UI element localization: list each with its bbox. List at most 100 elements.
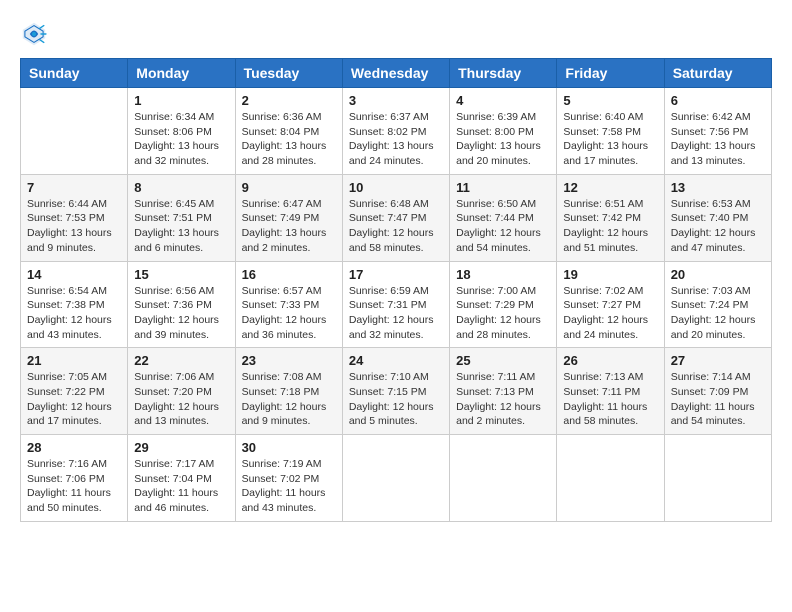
day-number: 14 <box>27 267 121 282</box>
calendar-week-row: 28 Sunrise: 7:16 AMSunset: 7:06 PMDayligh… <box>21 435 772 522</box>
page-header <box>20 20 772 48</box>
calendar-cell: 21Sunrise: 7:05 AMSunset: 7:22 PMDayligh… <box>21 348 128 435</box>
day-number: 23 <box>242 353 336 368</box>
calendar-cell: 8 Sunrise: 6:45 AMSunset: 7:51 PMDaylight… <box>128 174 235 261</box>
day-info: Sunrise: 7:13 AMSunset: 7:11 PMDaylight:… <box>563 370 657 429</box>
day-info: Sunrise: 6:53 AMSunset: 7:40 PMDaylight:… <box>671 197 765 256</box>
day-number: 11 <box>456 180 550 195</box>
day-info: Sunrise: 6:54 AMSunset: 7:38 PMDaylight:… <box>27 284 121 343</box>
day-number: 6 <box>671 93 765 108</box>
day-info: Sunrise: 6:37 AMSunset: 8:02 PMDaylight:… <box>349 110 443 169</box>
day-info: Sunrise: 6:45 AMSunset: 7:51 PMDaylight:… <box>134 197 228 256</box>
day-number: 3 <box>349 93 443 108</box>
calendar-cell <box>342 435 449 522</box>
logo-icon <box>20 20 48 48</box>
day-number: 5 <box>563 93 657 108</box>
calendar-cell: 13 Sunrise: 6:53 AMSunset: 7:40 PMDayligh… <box>664 174 771 261</box>
calendar-table: SundayMondayTuesdayWednesdayThursdayFrid… <box>20 58 772 522</box>
calendar-cell: 24 Sunrise: 7:10 AMSunset: 7:15 PMDayligh… <box>342 348 449 435</box>
day-number: 15 <box>134 267 228 282</box>
calendar-cell: 7 Sunrise: 6:44 AMSunset: 7:53 PMDaylight… <box>21 174 128 261</box>
calendar-cell: 23 Sunrise: 7:08 AMSunset: 7:18 PMDayligh… <box>235 348 342 435</box>
day-info: Sunrise: 7:10 AMSunset: 7:15 PMDaylight:… <box>349 370 443 429</box>
day-number: 7 <box>27 180 121 195</box>
day-info: Sunrise: 7:05 AMSunset: 7:22 PMDaylight:… <box>27 370 121 429</box>
calendar-cell: 22 Sunrise: 7:06 AMSunset: 7:20 PMDayligh… <box>128 348 235 435</box>
day-number: 25 <box>456 353 550 368</box>
day-info: Sunrise: 6:48 AMSunset: 7:47 PMDaylight:… <box>349 197 443 256</box>
calendar-week-row: 21Sunrise: 7:05 AMSunset: 7:22 PMDayligh… <box>21 348 772 435</box>
day-info: Sunrise: 6:56 AMSunset: 7:36 PMDaylight:… <box>134 284 228 343</box>
day-header-sunday: Sunday <box>21 59 128 88</box>
calendar-week-row: 14 Sunrise: 6:54 AMSunset: 7:38 PMDayligh… <box>21 261 772 348</box>
day-number: 8 <box>134 180 228 195</box>
calendar-cell <box>557 435 664 522</box>
day-header-monday: Monday <box>128 59 235 88</box>
calendar-cell: 12 Sunrise: 6:51 AMSunset: 7:42 PMDayligh… <box>557 174 664 261</box>
day-number: 24 <box>349 353 443 368</box>
day-number: 26 <box>563 353 657 368</box>
day-number: 2 <box>242 93 336 108</box>
calendar-cell: 19 Sunrise: 7:02 AMSunset: 7:27 PMDayligh… <box>557 261 664 348</box>
day-info: Sunrise: 7:08 AMSunset: 7:18 PMDaylight:… <box>242 370 336 429</box>
calendar-cell <box>21 88 128 175</box>
day-number: 22 <box>134 353 228 368</box>
calendar-cell: 20 Sunrise: 7:03 AMSunset: 7:24 PMDayligh… <box>664 261 771 348</box>
calendar-cell: 27Sunrise: 7:14 AMSunset: 7:09 PMDayligh… <box>664 348 771 435</box>
day-number: 12 <box>563 180 657 195</box>
day-number: 9 <box>242 180 336 195</box>
calendar-cell: 26 Sunrise: 7:13 AMSunset: 7:11 PMDayligh… <box>557 348 664 435</box>
day-number: 10 <box>349 180 443 195</box>
day-number: 18 <box>456 267 550 282</box>
day-number: 17 <box>349 267 443 282</box>
calendar-cell <box>450 435 557 522</box>
calendar-cell: 16 Sunrise: 6:57 AMSunset: 7:33 PMDayligh… <box>235 261 342 348</box>
day-info: Sunrise: 6:59 AMSunset: 7:31 PMDaylight:… <box>349 284 443 343</box>
calendar-cell <box>664 435 771 522</box>
day-info: Sunrise: 7:16 AMSunset: 7:06 PMDaylight:… <box>27 457 121 516</box>
calendar-cell: 6 Sunrise: 6:42 AMSunset: 7:56 PMDaylight… <box>664 88 771 175</box>
day-info: Sunrise: 6:57 AMSunset: 7:33 PMDaylight:… <box>242 284 336 343</box>
logo <box>20 20 52 48</box>
calendar-cell: 25 Sunrise: 7:11 AMSunset: 7:13 PMDayligh… <box>450 348 557 435</box>
calendar-week-row: 7 Sunrise: 6:44 AMSunset: 7:53 PMDaylight… <box>21 174 772 261</box>
day-number: 20 <box>671 267 765 282</box>
day-number: 29 <box>134 440 228 455</box>
calendar-cell: 28 Sunrise: 7:16 AMSunset: 7:06 PMDayligh… <box>21 435 128 522</box>
calendar-cell: 30 Sunrise: 7:19 AMSunset: 7:02 PMDayligh… <box>235 435 342 522</box>
day-info: Sunrise: 7:17 AMSunset: 7:04 PMDaylight:… <box>134 457 228 516</box>
day-info: Sunrise: 6:42 AMSunset: 7:56 PMDaylight:… <box>671 110 765 169</box>
day-info: Sunrise: 6:47 AMSunset: 7:49 PMDaylight:… <box>242 197 336 256</box>
day-header-saturday: Saturday <box>664 59 771 88</box>
day-header-wednesday: Wednesday <box>342 59 449 88</box>
day-info: Sunrise: 7:19 AMSunset: 7:02 PMDaylight:… <box>242 457 336 516</box>
day-info: Sunrise: 7:02 AMSunset: 7:27 PMDaylight:… <box>563 284 657 343</box>
calendar-cell: 14 Sunrise: 6:54 AMSunset: 7:38 PMDayligh… <box>21 261 128 348</box>
day-header-tuesday: Tuesday <box>235 59 342 88</box>
day-number: 16 <box>242 267 336 282</box>
calendar-cell: 2Sunrise: 6:36 AMSunset: 8:04 PMDaylight… <box>235 88 342 175</box>
day-info: Sunrise: 6:50 AMSunset: 7:44 PMDaylight:… <box>456 197 550 256</box>
day-info: Sunrise: 6:34 AMSunset: 8:06 PMDaylight:… <box>134 110 228 169</box>
day-info: Sunrise: 7:06 AMSunset: 7:20 PMDaylight:… <box>134 370 228 429</box>
day-number: 19 <box>563 267 657 282</box>
day-info: Sunrise: 7:03 AMSunset: 7:24 PMDaylight:… <box>671 284 765 343</box>
day-number: 13 <box>671 180 765 195</box>
day-info: Sunrise: 7:11 AMSunset: 7:13 PMDaylight:… <box>456 370 550 429</box>
calendar-cell: 10 Sunrise: 6:48 AMSunset: 7:47 PMDayligh… <box>342 174 449 261</box>
day-info: Sunrise: 6:51 AMSunset: 7:42 PMDaylight:… <box>563 197 657 256</box>
day-number: 28 <box>27 440 121 455</box>
calendar-cell: 29 Sunrise: 7:17 AMSunset: 7:04 PMDayligh… <box>128 435 235 522</box>
day-number: 30 <box>242 440 336 455</box>
day-info: Sunrise: 6:39 AMSunset: 8:00 PMDaylight:… <box>456 110 550 169</box>
day-header-friday: Friday <box>557 59 664 88</box>
calendar-cell: 1Sunrise: 6:34 AMSunset: 8:06 PMDaylight… <box>128 88 235 175</box>
day-info: Sunrise: 7:00 AMSunset: 7:29 PMDaylight:… <box>456 284 550 343</box>
calendar-header-row: SundayMondayTuesdayWednesdayThursdayFrid… <box>21 59 772 88</box>
calendar-cell: 9 Sunrise: 6:47 AMSunset: 7:49 PMDaylight… <box>235 174 342 261</box>
day-info: Sunrise: 6:44 AMSunset: 7:53 PMDaylight:… <box>27 197 121 256</box>
calendar-cell: 5Sunrise: 6:40 AMSunset: 7:58 PMDaylight… <box>557 88 664 175</box>
calendar-cell: 15 Sunrise: 6:56 AMSunset: 7:36 PMDayligh… <box>128 261 235 348</box>
calendar-cell: 18 Sunrise: 7:00 AMSunset: 7:29 PMDayligh… <box>450 261 557 348</box>
calendar-cell: 3 Sunrise: 6:37 AMSunset: 8:02 PMDaylight… <box>342 88 449 175</box>
